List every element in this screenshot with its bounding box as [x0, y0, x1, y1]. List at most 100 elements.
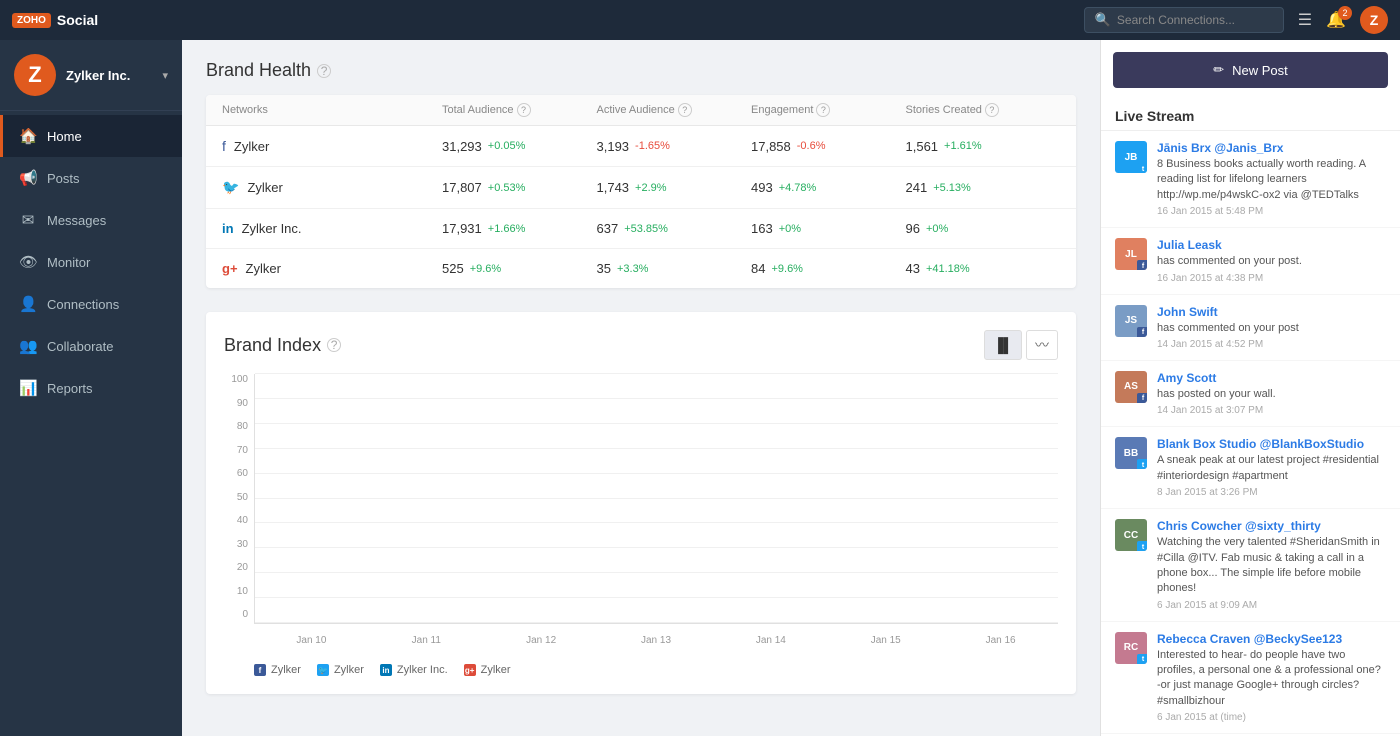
- sidebar-item-connections-label: Connections: [47, 297, 119, 312]
- stream-content: Amy Scotthas posted on your wall.14 Jan …: [1157, 371, 1386, 416]
- engagement-cell: 17,858 -0.6%: [751, 139, 906, 154]
- sidebar-item-messages[interactable]: ✉ Messages: [0, 199, 182, 241]
- sidebar-item-collaborate[interactable]: 👥 Collaborate: [0, 325, 182, 367]
- live-stream-list: JBtJānis Brx @Janis_Brx8 Business books …: [1101, 131, 1400, 736]
- total-audience-info[interactable]: ?: [517, 103, 531, 117]
- sidebar-item-posts-label: Posts: [47, 171, 80, 186]
- sidebar-item-connections[interactable]: 👤 Connections: [0, 283, 182, 325]
- y-axis-label: 0: [224, 609, 254, 620]
- active-audience-cell: 637 +53.85%: [597, 221, 752, 236]
- home-icon: 🏠: [19, 127, 37, 145]
- search-input[interactable]: [1117, 13, 1273, 27]
- y-axis-label: 90: [224, 398, 254, 409]
- stream-time: 8 Jan 2015 at 3:26 PM: [1157, 487, 1386, 498]
- user-avatar[interactable]: Z: [1360, 6, 1388, 34]
- table-row: g+ Zylker 525 +9.6% 35 +3.3% 84 +9.6% 43: [206, 249, 1076, 288]
- chart-grid-line: [255, 473, 1058, 474]
- table-row: 🐦 Zylker 17,807 +0.53% 1,743 +2.9% 493 +…: [206, 167, 1076, 209]
- sidebar-item-posts[interactable]: 📢 Posts: [0, 157, 182, 199]
- sidebar-item-home-label: Home: [47, 129, 82, 144]
- col-active-audience: Active Audience ?: [597, 103, 752, 117]
- y-axis-label: 20: [224, 562, 254, 573]
- sidebar-item-monitor-label: Monitor: [47, 255, 90, 270]
- chart-grid-line: [255, 522, 1058, 523]
- total-audience-cell: 31,293 +0.05%: [442, 139, 597, 154]
- stream-text: A sneak peak at our latest project #resi…: [1157, 453, 1386, 484]
- brand-name: Zylker Inc.: [66, 68, 158, 83]
- search-icon: 🔍: [1095, 12, 1111, 28]
- chart-grid-line: [255, 547, 1058, 548]
- reports-icon: 📊: [19, 379, 37, 397]
- chart-grid-line: [255, 423, 1058, 424]
- x-axis-label: Jan 11: [369, 626, 484, 654]
- twitter-icon: 🐦: [222, 179, 239, 196]
- search-connections-box[interactable]: 🔍: [1084, 7, 1284, 33]
- googleplus-icon: g+: [222, 261, 238, 276]
- stream-text: has posted on your wall.: [1157, 387, 1386, 402]
- sidebar-brand[interactable]: Z Zylker Inc. ▾: [0, 40, 182, 111]
- sidebar-item-monitor[interactable]: 👁 Monitor: [0, 241, 182, 283]
- x-axis-label: Jan 13: [599, 626, 714, 654]
- legend-label: Zylker: [334, 664, 364, 676]
- active-audience-cell: 35 +3.3%: [597, 261, 752, 276]
- chart-inner: [254, 374, 1058, 624]
- stream-content: Jānis Brx @Janis_Brx8 Business books act…: [1157, 141, 1386, 217]
- stream-item[interactable]: JLfJulia Leaskhas commented on your post…: [1101, 228, 1400, 294]
- stream-time: 16 Jan 2015 at 4:38 PM: [1157, 273, 1386, 284]
- zoho-logo-text: ZOHO: [12, 13, 51, 28]
- network-cell: g+ Zylker: [222, 261, 442, 276]
- network-cell: 🐦 Zylker: [222, 179, 442, 196]
- brand-index-header: Brand Index ? ▐▌ 〰: [224, 330, 1058, 360]
- stream-item[interactable]: BBt Blank Box Studio @BlankBoxStudio A sne…: [1101, 427, 1400, 509]
- layout: Z Zylker Inc. ▾ 🏠 Home 📢 Posts ✉ Message…: [0, 40, 1400, 736]
- col-networks: Networks: [222, 103, 442, 117]
- chart-area: 0102030405060708090100 Jan 10Jan 11Jan 1…: [224, 374, 1058, 654]
- stream-item[interactable]: JBtJānis Brx @Janis_Brx8 Business books …: [1101, 131, 1400, 228]
- stream-avatar: ASf: [1115, 371, 1147, 403]
- stream-avatar: RCt: [1115, 632, 1147, 664]
- stream-network-badge: f: [1137, 327, 1147, 337]
- brand-health-info-icon[interactable]: ?: [317, 64, 331, 78]
- network-cell: in Zylker Inc.: [222, 221, 442, 236]
- menu-icon-btn[interactable]: ☰: [1298, 10, 1312, 30]
- x-axis-label: Jan 12: [484, 626, 599, 654]
- chart-grid: [255, 374, 1058, 623]
- stream-text: has commented on your post: [1157, 321, 1386, 336]
- stream-content: Blank Box Studio @BlankBoxStudio A sneak …: [1157, 437, 1386, 498]
- stream-content: Rebecca Craven @BeckySee123Interested to…: [1157, 632, 1386, 724]
- x-axis-label: Jan 14: [713, 626, 828, 654]
- active-audience-info[interactable]: ?: [678, 103, 692, 117]
- notifications-btn[interactable]: 🔔 2: [1326, 10, 1346, 30]
- stream-time: 16 Jan 2015 at 5:48 PM: [1157, 206, 1386, 217]
- stream-item[interactable]: JSfJohn Swifthas commented on your post1…: [1101, 295, 1400, 361]
- posts-icon: 📢: [19, 169, 37, 187]
- chart-grid-line: [255, 498, 1058, 499]
- sidebar-item-reports[interactable]: 📊 Reports: [0, 367, 182, 409]
- engagement-info[interactable]: ?: [816, 103, 830, 117]
- new-post-button[interactable]: ✏ New Post: [1113, 52, 1388, 88]
- chart-grid-line: [255, 622, 1058, 623]
- brand-index-info-icon[interactable]: ?: [327, 338, 341, 352]
- engagement-cell: 163 +0%: [751, 221, 906, 236]
- sidebar-item-home[interactable]: 🏠 Home: [0, 115, 182, 157]
- stream-name: Blank Box Studio @BlankBoxStudio: [1157, 437, 1386, 451]
- stream-item[interactable]: CCtChris Cowcher @sixty_thirtyWatching t…: [1101, 509, 1400, 622]
- line-chart-btn[interactable]: 〰: [1026, 330, 1058, 360]
- engagement-cell: 493 +4.78%: [751, 180, 906, 195]
- stream-avatar: JSf: [1115, 305, 1147, 337]
- x-axis-label: Jan 10: [254, 626, 369, 654]
- stream-avatar: CCt: [1115, 519, 1147, 551]
- stream-item[interactable]: RCt Rebecca Craven @BeckySee123Interested…: [1101, 622, 1400, 735]
- sidebar-item-reports-label: Reports: [47, 381, 93, 396]
- social-logo-text: Social: [57, 12, 98, 28]
- stories-info[interactable]: ?: [985, 103, 999, 117]
- legend-network-icon: f: [254, 664, 266, 676]
- stream-avatar: BBt: [1115, 437, 1147, 469]
- main-content: Brand Health ? Networks Total Audience ?…: [182, 40, 1100, 736]
- x-axis-label: Jan 16: [943, 626, 1058, 654]
- col-stories: Stories Created ?: [906, 103, 1061, 117]
- stream-network-badge: t: [1137, 654, 1147, 664]
- legend-item: 🐦Zylker: [317, 664, 364, 676]
- bar-chart-btn[interactable]: ▐▌: [984, 330, 1022, 360]
- stream-item[interactable]: ASf Amy Scotthas posted on your wall.14 J…: [1101, 361, 1400, 427]
